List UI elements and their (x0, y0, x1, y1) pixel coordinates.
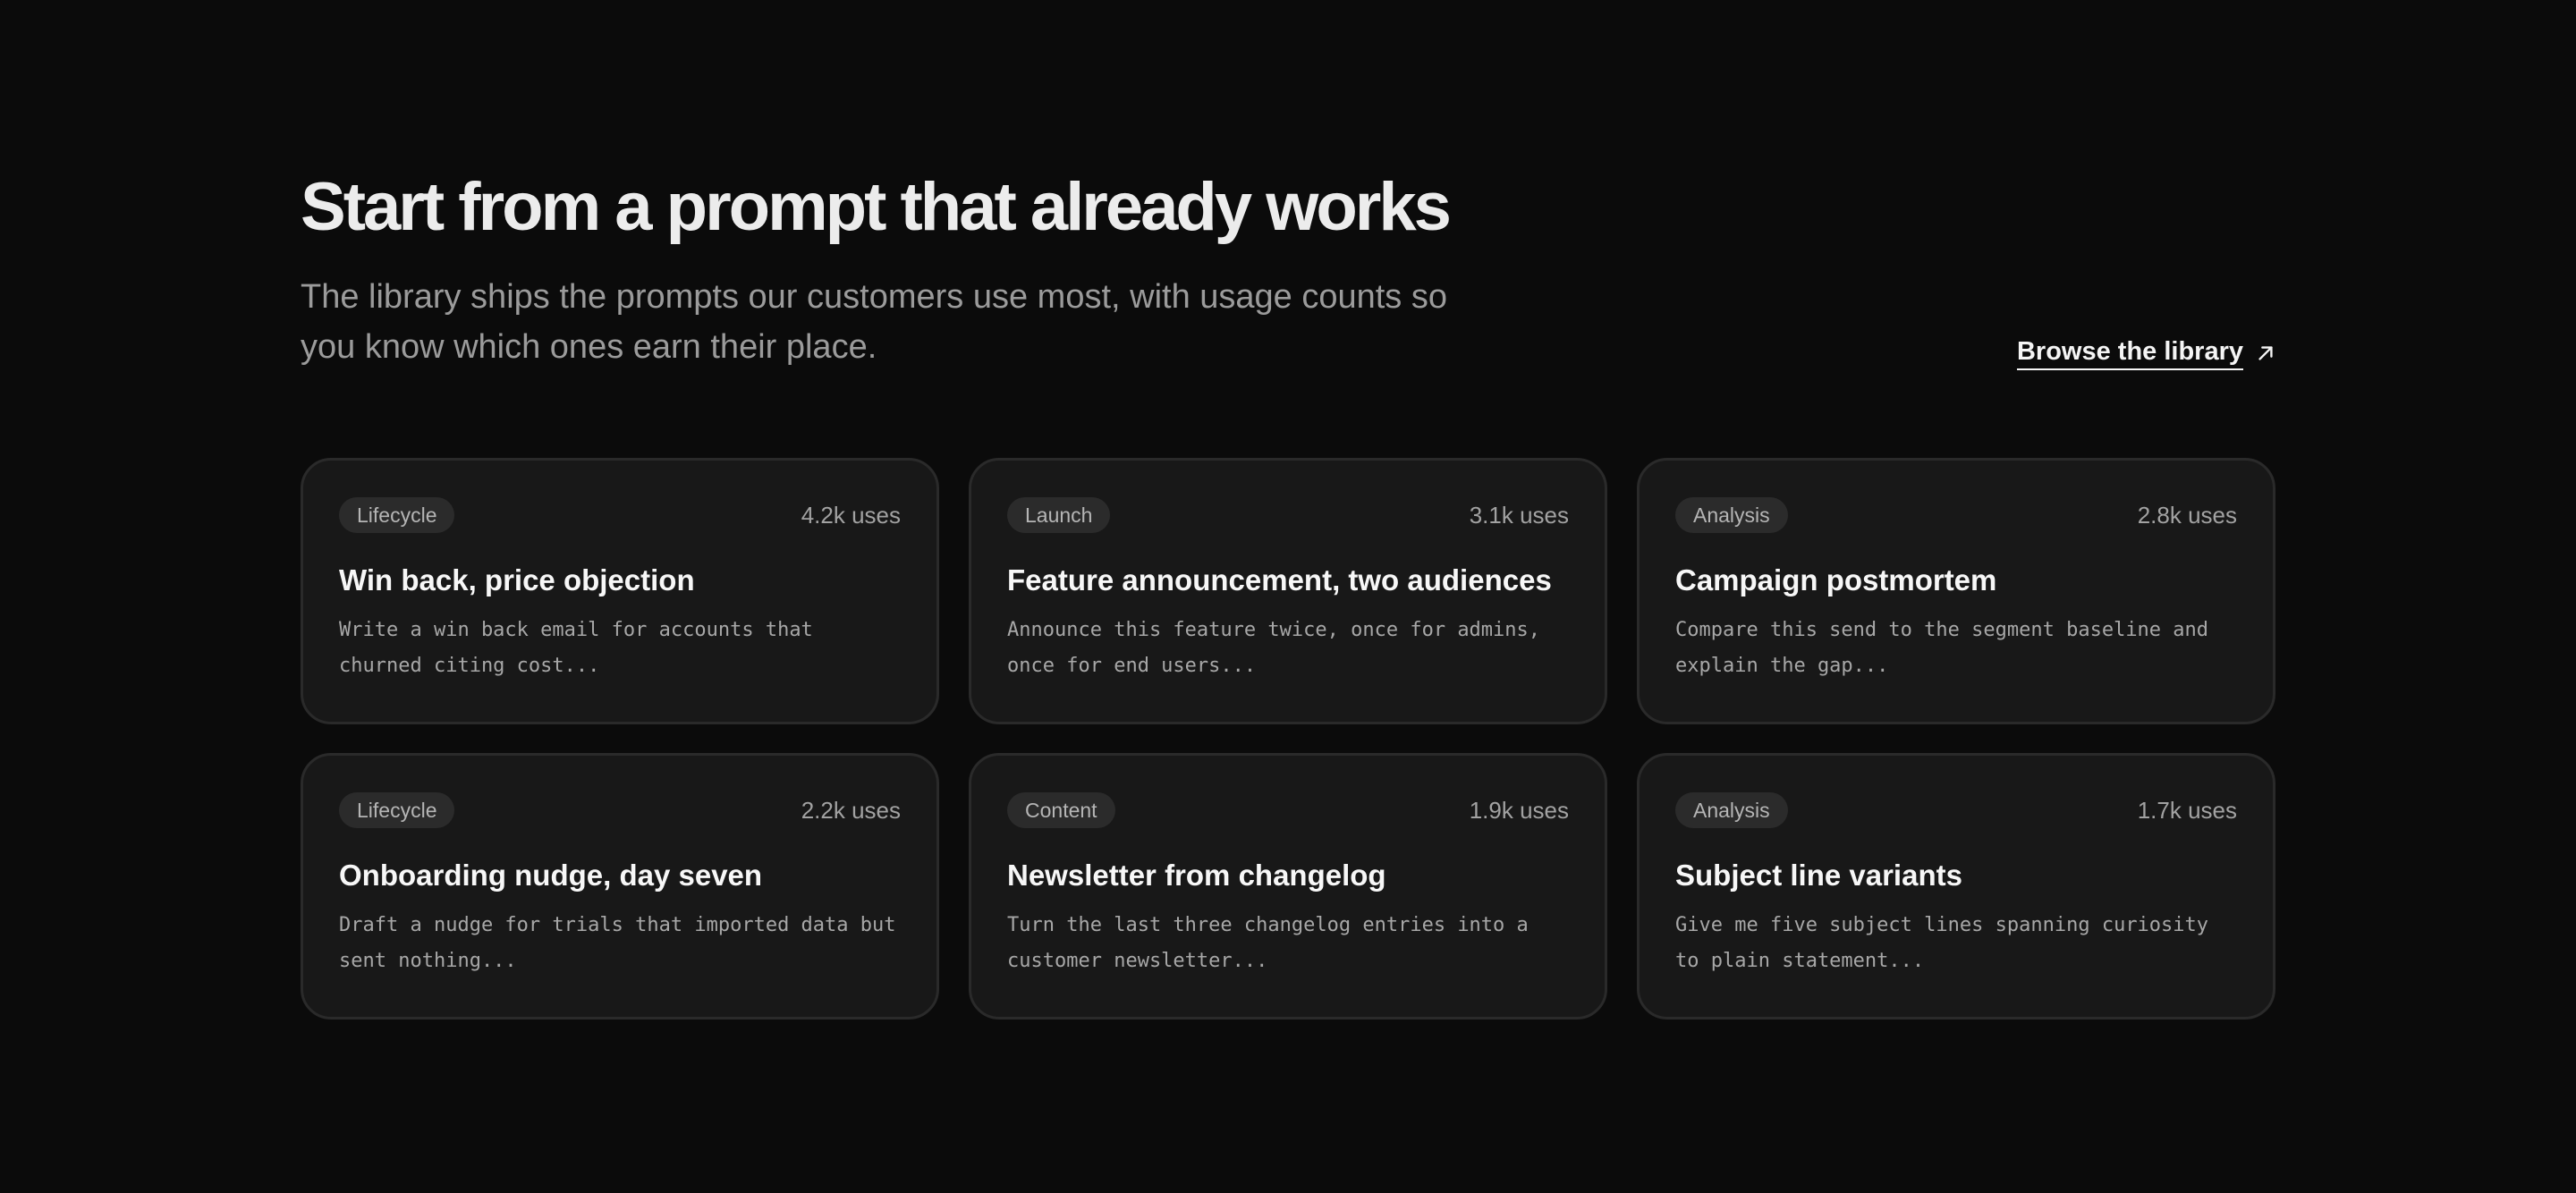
card-header: Launch 3.1k uses (1007, 496, 1569, 534)
usage-count: 3.1k uses (1469, 501, 1569, 529)
prompt-card[interactable]: Lifecycle 4.2k uses Win back, price obje… (301, 458, 939, 724)
prompt-card[interactable]: Analysis 2.8k uses Campaign postmortem C… (1637, 458, 2275, 724)
card-header: Lifecycle 2.2k uses (339, 791, 901, 829)
prompt-card-grid: Lifecycle 4.2k uses Win back, price obje… (301, 458, 2275, 1020)
prompt-library-section: Start from a prompt that already works T… (301, 0, 2275, 1193)
card-description: Compare this send to the segment baselin… (1675, 619, 2209, 677)
card-title: Feature announcement, two audiences (1007, 563, 1552, 596)
prompt-card[interactable]: Launch 3.1k uses Feature announcement, t… (969, 458, 1607, 724)
card-description: Draft a nudge for trials that imported d… (339, 914, 896, 972)
browse-library-label: Browse the library (2016, 336, 2243, 370)
card-header: Content 1.9k uses (1007, 791, 1569, 829)
page-title: Start from a prompt that already works (301, 169, 1452, 245)
card-description: Give me five subject lines spanning curi… (1675, 914, 2209, 972)
category-tag: Launch (1007, 497, 1111, 533)
category-tag: Content (1007, 792, 1115, 828)
prompt-card[interactable]: Lifecycle 2.2k uses Onboarding nudge, da… (301, 753, 939, 1020)
card-header: Analysis 2.8k uses (1675, 496, 2237, 534)
usage-count: 2.2k uses (801, 796, 901, 824)
category-tag: Analysis (1675, 497, 1788, 533)
card-title: Win back, price objection (339, 563, 695, 596)
browse-library-link[interactable]: Browse the library (2016, 336, 2275, 370)
card-header: Lifecycle 4.2k uses (339, 496, 901, 534)
prompt-card[interactable]: Analysis 1.7k uses Subject line variants… (1637, 753, 2275, 1020)
card-header: Analysis 1.7k uses (1675, 791, 2237, 829)
arrow-up-right-icon (2258, 346, 2273, 360)
category-tag: Lifecycle (339, 497, 455, 533)
prompt-card[interactable]: Content 1.9k uses Newsletter from change… (969, 753, 1607, 1020)
usage-count: 1.9k uses (1469, 796, 1569, 824)
page-subtitle: The library ships the prompts our custom… (301, 278, 1447, 366)
card-title: Onboarding nudge, day seven (339, 859, 763, 892)
usage-count: 4.2k uses (801, 501, 901, 529)
category-tag: Analysis (1675, 792, 1788, 828)
card-description: Turn the last three changelog entries in… (1007, 914, 1529, 972)
card-description: Write a win back email for accounts that… (339, 619, 813, 677)
card-title: Newsletter from changelog (1007, 859, 1386, 892)
card-title: Campaign postmortem (1675, 563, 1997, 596)
card-description: Announce this feature twice, once for ad… (1007, 619, 1541, 677)
usage-count: 1.7k uses (2137, 796, 2237, 824)
usage-count: 2.8k uses (2137, 501, 2237, 529)
card-title: Subject line variants (1675, 859, 1962, 892)
category-tag: Lifecycle (339, 792, 455, 828)
